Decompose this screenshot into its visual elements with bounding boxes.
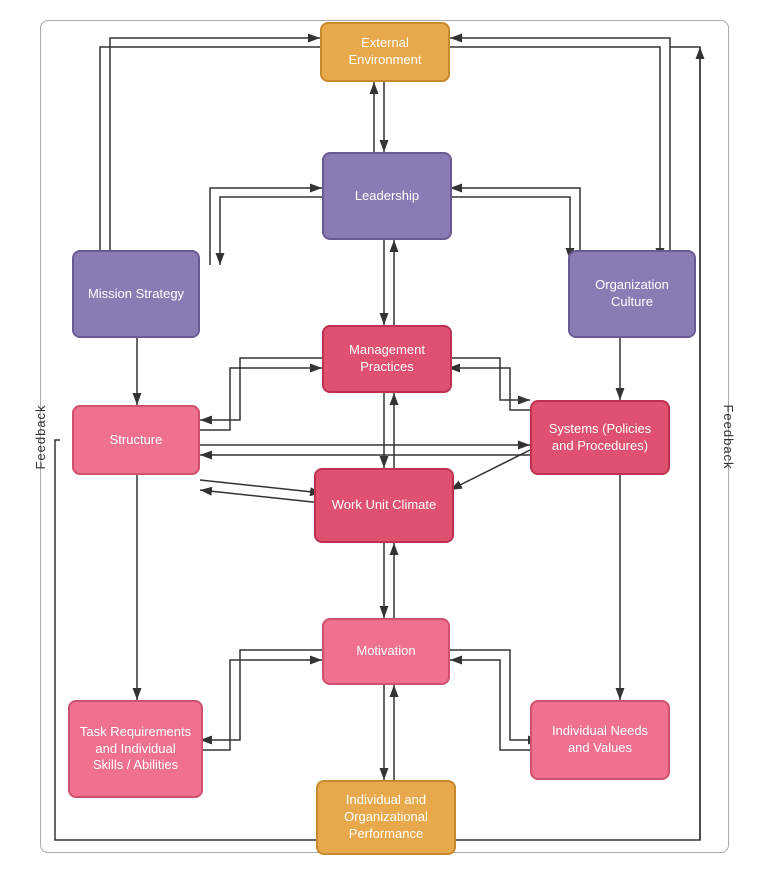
feedback-right-label: Feedback [721, 404, 736, 469]
task-requirements-node: Task Requirementsand IndividualSkills / … [68, 700, 203, 798]
external-environment-node: ExternalEnvironment [320, 22, 450, 82]
leadership-node: Leadership [322, 152, 452, 240]
structure-node: Structure [72, 405, 200, 475]
mission-strategy-node: Mission Strategy [72, 250, 200, 338]
individual-needs-node: Individual Needsand Values [530, 700, 670, 780]
diagram-container: Feedback Feedback [0, 0, 769, 873]
management-practices-node: ManagementPractices [322, 325, 452, 393]
organization-culture-node: OrganizationCulture [568, 250, 696, 338]
motivation-node: Motivation [322, 618, 450, 685]
systems-node: Systems (Policiesand Procedures) [530, 400, 670, 475]
work-unit-climate-node: Work Unit Climate [314, 468, 454, 543]
feedback-left-label: Feedback [33, 404, 48, 469]
individual-org-performance-node: Individual andOrganizationalPerformance [316, 780, 456, 855]
